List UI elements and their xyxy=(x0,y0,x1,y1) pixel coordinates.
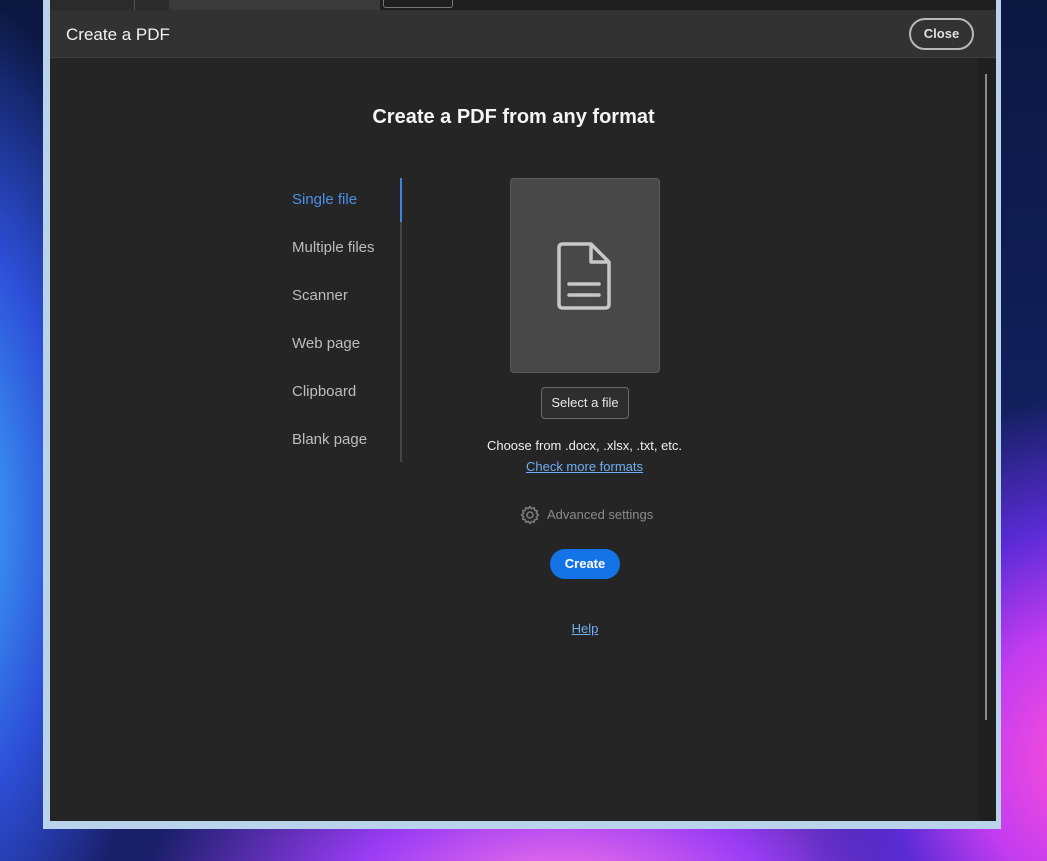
toolbar-button xyxy=(383,0,453,8)
scrollbar[interactable] xyxy=(977,58,996,821)
nav-item-label: Single file xyxy=(292,191,358,208)
toolbar-segment xyxy=(50,0,135,10)
toolbar-segment xyxy=(135,0,169,10)
nav-item-web-page[interactable]: Web page xyxy=(292,322,400,366)
toolbar-segment xyxy=(169,0,380,10)
nav-item-multiple-files[interactable]: Multiple files xyxy=(292,226,400,270)
nav-item-scanner[interactable]: Scanner xyxy=(292,274,400,318)
page-heading: Create a PDF from any format xyxy=(372,106,655,128)
scrollbar-thumb[interactable] xyxy=(985,74,987,720)
gear-icon xyxy=(520,505,540,525)
close-button[interactable]: Close xyxy=(909,18,974,50)
nav-item-single-file[interactable]: Single file xyxy=(292,178,402,222)
nav-item-label: Web page xyxy=(292,335,361,352)
file-drop-area[interactable] xyxy=(510,178,660,373)
advanced-settings-label: Advanced settings xyxy=(547,507,654,522)
dialog-title: Create a PDF xyxy=(66,25,170,44)
document-icon xyxy=(557,242,611,310)
nav-item-label: Scanner xyxy=(292,287,348,304)
nav-item-label: Multiple files xyxy=(292,239,375,256)
create-button[interactable]: Create xyxy=(550,549,620,579)
dialog-title-bar: Create a PDF Close xyxy=(50,10,996,58)
nav-item-clipboard[interactable]: Clipboard xyxy=(292,370,400,414)
help-link[interactable]: Help xyxy=(550,621,620,636)
select-file-button[interactable]: Select a file xyxy=(541,387,629,419)
supported-formats-text: Choose from .docx, .xlsx, .txt, etc. xyxy=(486,438,683,453)
nav-item-blank-page[interactable]: Blank page xyxy=(292,418,400,462)
background-app-toolbar xyxy=(50,0,996,10)
nav-item-label: Clipboard xyxy=(292,383,357,400)
active-indicator xyxy=(400,178,402,222)
nav-item-label: Blank page xyxy=(292,431,368,448)
create-pdf-dialog: Create a PDF Close Create a PDF from any… xyxy=(50,10,996,821)
source-type-nav: Single file Multiple files Scanner Web p… xyxy=(292,178,402,462)
check-more-formats-link[interactable]: Check more formats xyxy=(430,459,739,474)
